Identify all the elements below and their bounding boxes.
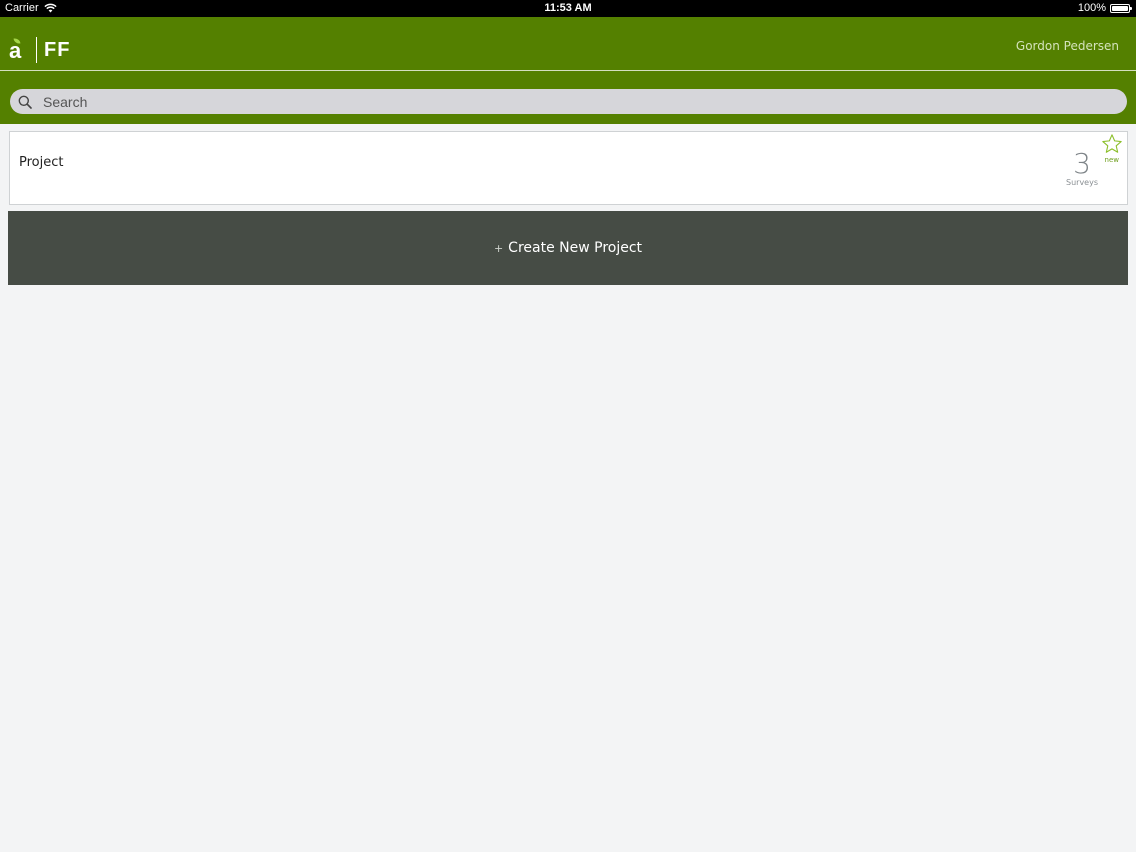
header-divider: [0, 70, 1136, 71]
app-header: a FF Gordon Pedersen: [0, 17, 1136, 124]
user-name[interactable]: Gordon Pedersen: [1016, 39, 1119, 53]
create-new-project-button[interactable]: + Create New Project: [8, 211, 1128, 285]
project-card[interactable]: Project 3 Surveys new: [9, 131, 1128, 205]
star-icon[interactable]: [1101, 133, 1123, 155]
project-title: Project: [19, 155, 64, 170]
search-input[interactable]: [43, 90, 1127, 113]
search-bar[interactable]: [10, 89, 1127, 114]
logo-separator: [36, 37, 37, 63]
new-badge: new: [1104, 156, 1119, 164]
battery-percent: 100%: [1077, 2, 1106, 14]
battery-status: 100%: [1077, 2, 1132, 14]
search-icon: [18, 95, 32, 109]
app-logo[interactable]: a FF: [9, 37, 70, 63]
logo-letter: a: [9, 38, 22, 63]
app-name: FF: [44, 38, 71, 61]
status-bar: Carrier 11:53 AM 100%: [0, 0, 1136, 17]
plus-icon: +: [493, 241, 504, 255]
survey-label: Surveys: [1066, 178, 1098, 187]
survey-count: 3: [1073, 147, 1091, 180]
create-button-label: Create New Project: [508, 240, 643, 256]
battery-icon: [1110, 3, 1132, 13]
logo-mark: a: [9, 37, 27, 63]
clock: 11:53 AM: [544, 2, 592, 14]
